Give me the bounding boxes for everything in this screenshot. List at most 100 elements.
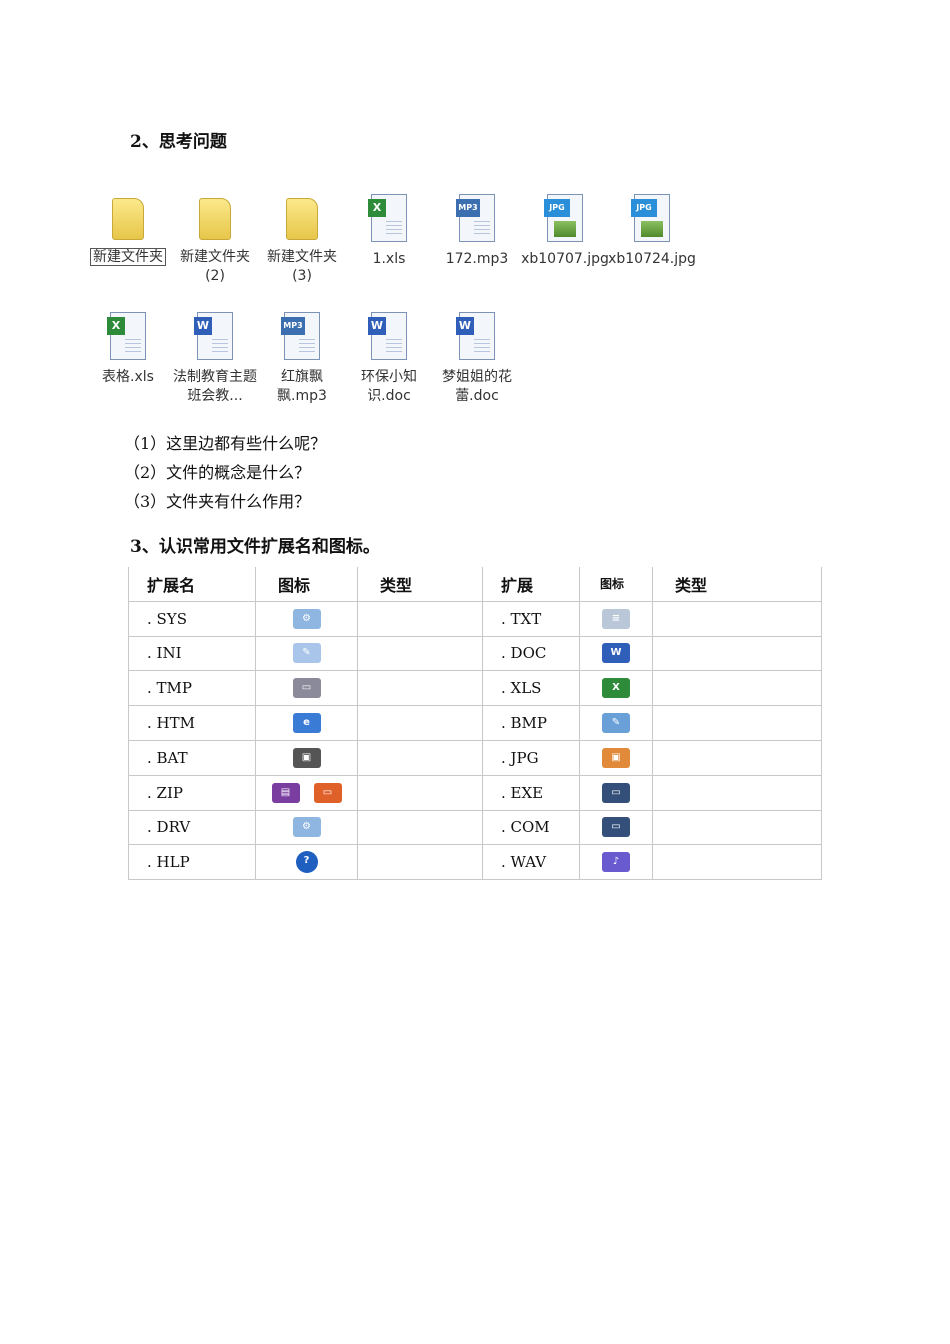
type-cell[interactable] bbox=[357, 670, 483, 707]
jpeg-file-icon: ▣ bbox=[602, 747, 630, 768]
extension-cell: . EXE bbox=[482, 774, 580, 811]
word-file-icon: W bbox=[456, 312, 495, 360]
type-cell[interactable] bbox=[357, 809, 483, 846]
file-item[interactable]: 新建文件夹 (2) bbox=[171, 194, 259, 286]
text-file-icon: ≡ bbox=[602, 608, 630, 629]
type-cell[interactable] bbox=[357, 635, 483, 672]
type-cell[interactable] bbox=[357, 774, 483, 811]
bitmap-file-icon: ✎ bbox=[602, 713, 630, 734]
table-row: . BAT ▣ . JPG ▣ bbox=[128, 739, 822, 776]
file-item[interactable]: MP3 红旗飘飘.mp3 bbox=[258, 312, 346, 406]
file-label: 新建文件夹 bbox=[90, 248, 166, 266]
extension-cell: . HTM bbox=[128, 705, 256, 741]
extension-cell: . BMP bbox=[482, 705, 580, 741]
header-cell: 类型 bbox=[357, 567, 483, 602]
file-label: 法制教育主题班会教... bbox=[173, 369, 257, 404]
file-label: 红旗飘飘.mp3 bbox=[277, 369, 327, 404]
icon-cell: ▭ bbox=[579, 774, 653, 811]
jpg-file-icon: JPG bbox=[544, 194, 583, 242]
type-cell[interactable] bbox=[357, 705, 483, 741]
icon-cell: ▣ bbox=[579, 739, 653, 776]
icon-cell: ✎ bbox=[255, 635, 358, 672]
file-item[interactable]: X 表格.xls bbox=[84, 312, 172, 387]
icon-cell: X bbox=[579, 670, 653, 707]
folder-icon bbox=[286, 198, 318, 240]
folder-icon bbox=[112, 198, 144, 240]
icon-cell: ▤ ▭ bbox=[255, 774, 358, 811]
file-item[interactable]: 新建文件夹 (3) bbox=[258, 194, 346, 286]
icon-cell: e bbox=[255, 705, 358, 741]
word-file-icon: W bbox=[368, 312, 407, 360]
folder-icon bbox=[199, 198, 231, 240]
file-label: xb10724.jpg bbox=[608, 251, 696, 267]
file-item[interactable]: JPG xb10707.jpg bbox=[521, 194, 609, 269]
table-row: . TMP ▭ . XLS X bbox=[128, 670, 822, 707]
extension-cell: . JPG bbox=[482, 739, 580, 776]
type-cell[interactable] bbox=[652, 774, 822, 811]
jpg-file-icon: JPG bbox=[631, 194, 670, 242]
question-item: （3）文件夹有什么作用？ bbox=[124, 492, 311, 511]
file-item[interactable]: W 环保小知识.doc bbox=[345, 312, 433, 406]
file-item[interactable]: W 梦姐姐的花蕾.doc bbox=[433, 312, 521, 406]
executable-window-icon: ▭ bbox=[602, 782, 630, 803]
header-cell: 扩展名 bbox=[128, 567, 256, 602]
mp3-file-icon: MP3 bbox=[456, 194, 495, 242]
extension-cell: . DOC bbox=[482, 635, 580, 672]
extension-cell: . DRV bbox=[128, 809, 256, 846]
extension-cell: . TXT bbox=[482, 600, 580, 637]
icon-cell: ✎ bbox=[579, 705, 653, 741]
extension-cell: . HLP bbox=[128, 844, 256, 881]
command-window-icon: ▭ bbox=[602, 817, 630, 838]
file-label: 新建文件夹 (3) bbox=[267, 249, 337, 284]
extension-table: 扩展名 图标 类型 扩展 图标 类型 . SYS ⚙ . TXT ≡ . INI ✎ . D… bbox=[128, 567, 822, 881]
file-label: 172.mp3 bbox=[445, 251, 509, 267]
icon-cell: W bbox=[579, 635, 653, 672]
file-item[interactable]: MP3 172.mp3 bbox=[433, 194, 521, 269]
extension-cell: . BAT bbox=[128, 739, 256, 776]
batch-file-icon: ▣ bbox=[292, 747, 321, 768]
help-file-icon: ? bbox=[295, 851, 318, 874]
type-cell[interactable] bbox=[652, 635, 822, 672]
type-cell[interactable] bbox=[357, 600, 483, 637]
driver-file-icon: ⚙ bbox=[292, 817, 321, 838]
icon-cell: ≡ bbox=[579, 600, 653, 637]
type-cell[interactable] bbox=[652, 739, 822, 776]
file-label: 1.xls bbox=[372, 251, 406, 267]
word-file-icon: W bbox=[194, 312, 233, 360]
wav-audio-icon: ♪ bbox=[602, 852, 630, 873]
zip-alt-icon: ▭ bbox=[313, 782, 342, 803]
type-cell[interactable] bbox=[652, 705, 822, 741]
header-cell: 扩展 bbox=[482, 567, 580, 602]
type-cell[interactable] bbox=[652, 809, 822, 846]
zip-archive-icon: ▤ bbox=[271, 782, 300, 803]
file-item[interactable]: JPG xb10724.jpg bbox=[608, 194, 696, 269]
file-item[interactable]: W 法制教育主题班会教... bbox=[171, 312, 259, 406]
icon-cell: ⚙ bbox=[255, 600, 358, 637]
html-file-icon: e bbox=[292, 713, 321, 734]
type-cell[interactable] bbox=[652, 670, 822, 707]
extension-cell: . COM bbox=[482, 809, 580, 846]
file-item[interactable]: X 1.xls bbox=[345, 194, 433, 269]
table-row: . HTM e . BMP ✎ bbox=[128, 705, 822, 741]
header-cell: 图标 bbox=[579, 567, 653, 602]
table-header-row: 扩展名 图标 类型 扩展 图标 类型 bbox=[128, 567, 822, 602]
system-file-icon: ⚙ bbox=[292, 608, 321, 629]
type-cell[interactable] bbox=[652, 844, 822, 881]
icon-cell: ♪ bbox=[579, 844, 653, 881]
icon-cell: ⚙ bbox=[255, 809, 358, 846]
file-label: 环保小知识.doc bbox=[361, 369, 417, 404]
file-label: 表格.xls bbox=[102, 369, 154, 385]
icon-cell: ▭ bbox=[255, 670, 358, 707]
type-cell[interactable] bbox=[357, 739, 483, 776]
header-cell: 类型 bbox=[652, 567, 822, 602]
file-label: 新建文件夹 (2) bbox=[180, 249, 250, 284]
config-file-icon: ✎ bbox=[292, 643, 321, 664]
word-doc-icon: W bbox=[602, 643, 630, 664]
question-item: （1）这里边都有些什么呢？ bbox=[124, 434, 327, 453]
file-item[interactable]: 新建文件夹 bbox=[84, 194, 172, 267]
excel-file-icon: X bbox=[368, 194, 407, 242]
type-cell[interactable] bbox=[357, 844, 483, 881]
file-explorer-screenshot: 新建文件夹 新建文件夹 (2) 新建文件夹 (3) X 1.xls MP3 172.mp3 J… bbox=[90, 184, 700, 420]
section-heading: 3、认识常用文件扩展名和图标。 bbox=[130, 537, 380, 557]
type-cell[interactable] bbox=[652, 600, 822, 637]
